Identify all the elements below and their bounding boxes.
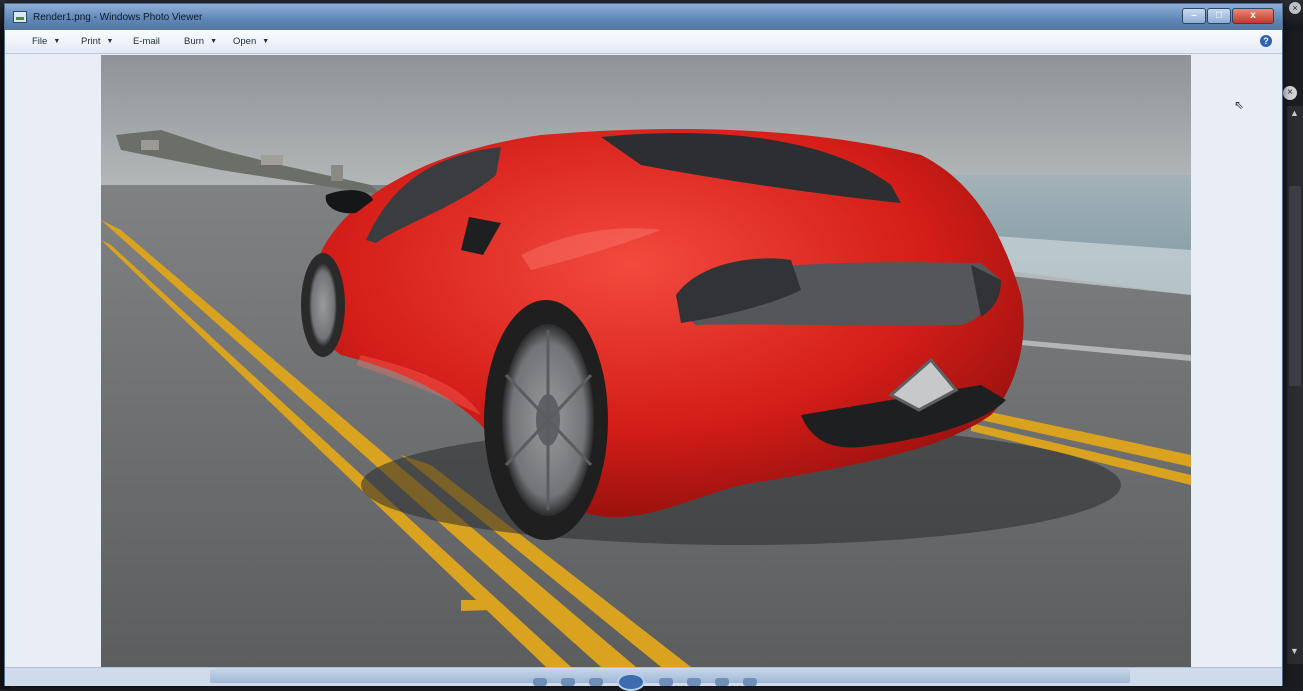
menu-print[interactable]: Print ▼ (81, 36, 113, 47)
help-icon[interactable]: ? (1260, 35, 1272, 47)
window-titlebar[interactable]: Render1.png - Windows Photo Viewer – □ x (5, 4, 1282, 30)
photo-viewer-app-icon (13, 11, 27, 23)
zoom-icon[interactable] (533, 677, 547, 686)
background-close-icon[interactable]: × (1289, 2, 1301, 14)
maximize-button[interactable]: □ (1207, 8, 1231, 24)
next-icon[interactable] (659, 677, 673, 686)
menu-file-label: File (32, 36, 48, 47)
background-scrollbar[interactable] (1287, 106, 1303, 664)
photo-display-area[interactable]: ⇖ (5, 54, 1282, 667)
minimize-button[interactable]: – (1182, 8, 1206, 24)
close-button[interactable]: x (1232, 8, 1274, 24)
photo-image (101, 55, 1191, 667)
background-panel-close-icon[interactable]: × (1283, 86, 1297, 100)
menu-email-label: E-mail (133, 36, 160, 47)
rotate-counterclockwise-icon[interactable] (687, 677, 701, 686)
chevron-down-icon: ▼ (53, 38, 61, 45)
delete-icon[interactable] (743, 677, 757, 686)
menu-file[interactable]: File ▼ (32, 36, 60, 47)
scroll-up-icon[interactable]: ▲ (1290, 108, 1299, 118)
slideshow-play-button[interactable] (617, 672, 645, 691)
photo-viewer-window: Render1.png - Windows Photo Viewer – □ x… (4, 3, 1283, 686)
menu-email[interactable]: E-mail (133, 36, 160, 47)
menu-open[interactable]: Open ▼ (233, 36, 269, 47)
navigation-controls (480, 672, 810, 691)
chevron-down-icon: ▼ (210, 38, 218, 45)
previous-icon[interactable] (589, 677, 603, 686)
menu-bar: File ▼ Print ▼ E-mail Burn ▼ Open ▼ ? (5, 30, 1282, 54)
window-controls: – □ x (1182, 8, 1274, 24)
chevron-down-icon: ▼ (106, 38, 114, 45)
chevron-down-icon: ▼ (262, 38, 270, 45)
car-render-illustration (101, 55, 1191, 667)
menu-print-label: Print (81, 36, 101, 47)
actual-size-icon[interactable] (561, 677, 575, 686)
rotate-clockwise-icon[interactable] (715, 677, 729, 686)
background-scroll-thumb[interactable] (1289, 186, 1301, 386)
menu-burn-label: Burn (184, 36, 205, 47)
window-title: Render1.png - Windows Photo Viewer (33, 12, 203, 23)
menu-open-label: Open (233, 36, 257, 47)
menu-burn[interactable]: Burn ▼ (184, 36, 217, 47)
mouse-cursor-icon: ⇖ (1234, 98, 1245, 112)
scroll-down-icon[interactable]: ▼ (1290, 646, 1299, 656)
